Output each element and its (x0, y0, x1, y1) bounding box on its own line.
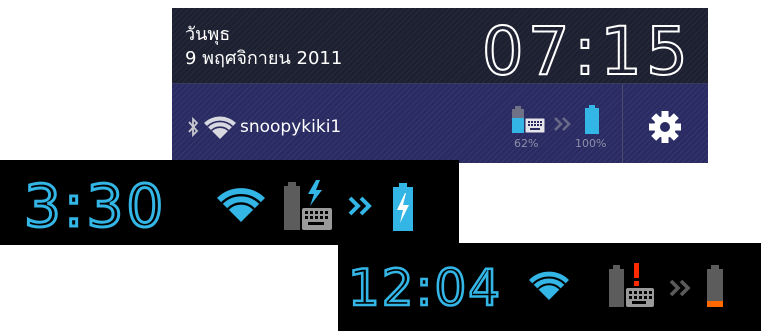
wifi-icon (217, 188, 265, 222)
panel-clock-text: 07:15 (482, 14, 692, 84)
chevron-double-icon (554, 117, 571, 131)
panel-header: วันพุธ 9 พฤศจิกายน 2011 07:15 (172, 8, 708, 84)
wifi-ssid: snoopykiki1 (240, 117, 342, 137)
status-bar-low-battery[interactable]: 12:04 (338, 243, 761, 331)
tablet-battery-percent: 100% (575, 137, 607, 150)
battery-charging-icon (393, 183, 413, 231)
wifi-icon (204, 116, 236, 139)
notification-panel: วันพุธ 9 พฤศจิกายน 2011 07:15 (172, 8, 708, 163)
clock-time: 3:30 (24, 172, 166, 240)
battery-icon (585, 105, 599, 134)
chevron-double-icon (348, 196, 372, 216)
weekday-label: วันพุธ (185, 24, 231, 45)
bluetooth-icon (188, 116, 199, 138)
wifi-icon (529, 271, 569, 300)
chevron-double-icon (669, 279, 691, 297)
date-label: 9 พฤศจิกายน 2011 (185, 48, 343, 69)
battery-low-icon (707, 265, 723, 307)
keyboard-battery-percent: 62% (514, 137, 539, 150)
settings-gear-icon (649, 111, 681, 143)
clock-time: 12:04 (348, 259, 502, 317)
keyboard-battery-icon (512, 106, 546, 134)
settings-button[interactable] (623, 84, 708, 163)
keyboard-battery-charging-icon (284, 180, 332, 230)
status-bar-charging[interactable]: 3:30 (0, 160, 459, 245)
keyboard-battery-alert-icon (609, 263, 654, 307)
panel-clock: 07:15 (481, 14, 692, 84)
